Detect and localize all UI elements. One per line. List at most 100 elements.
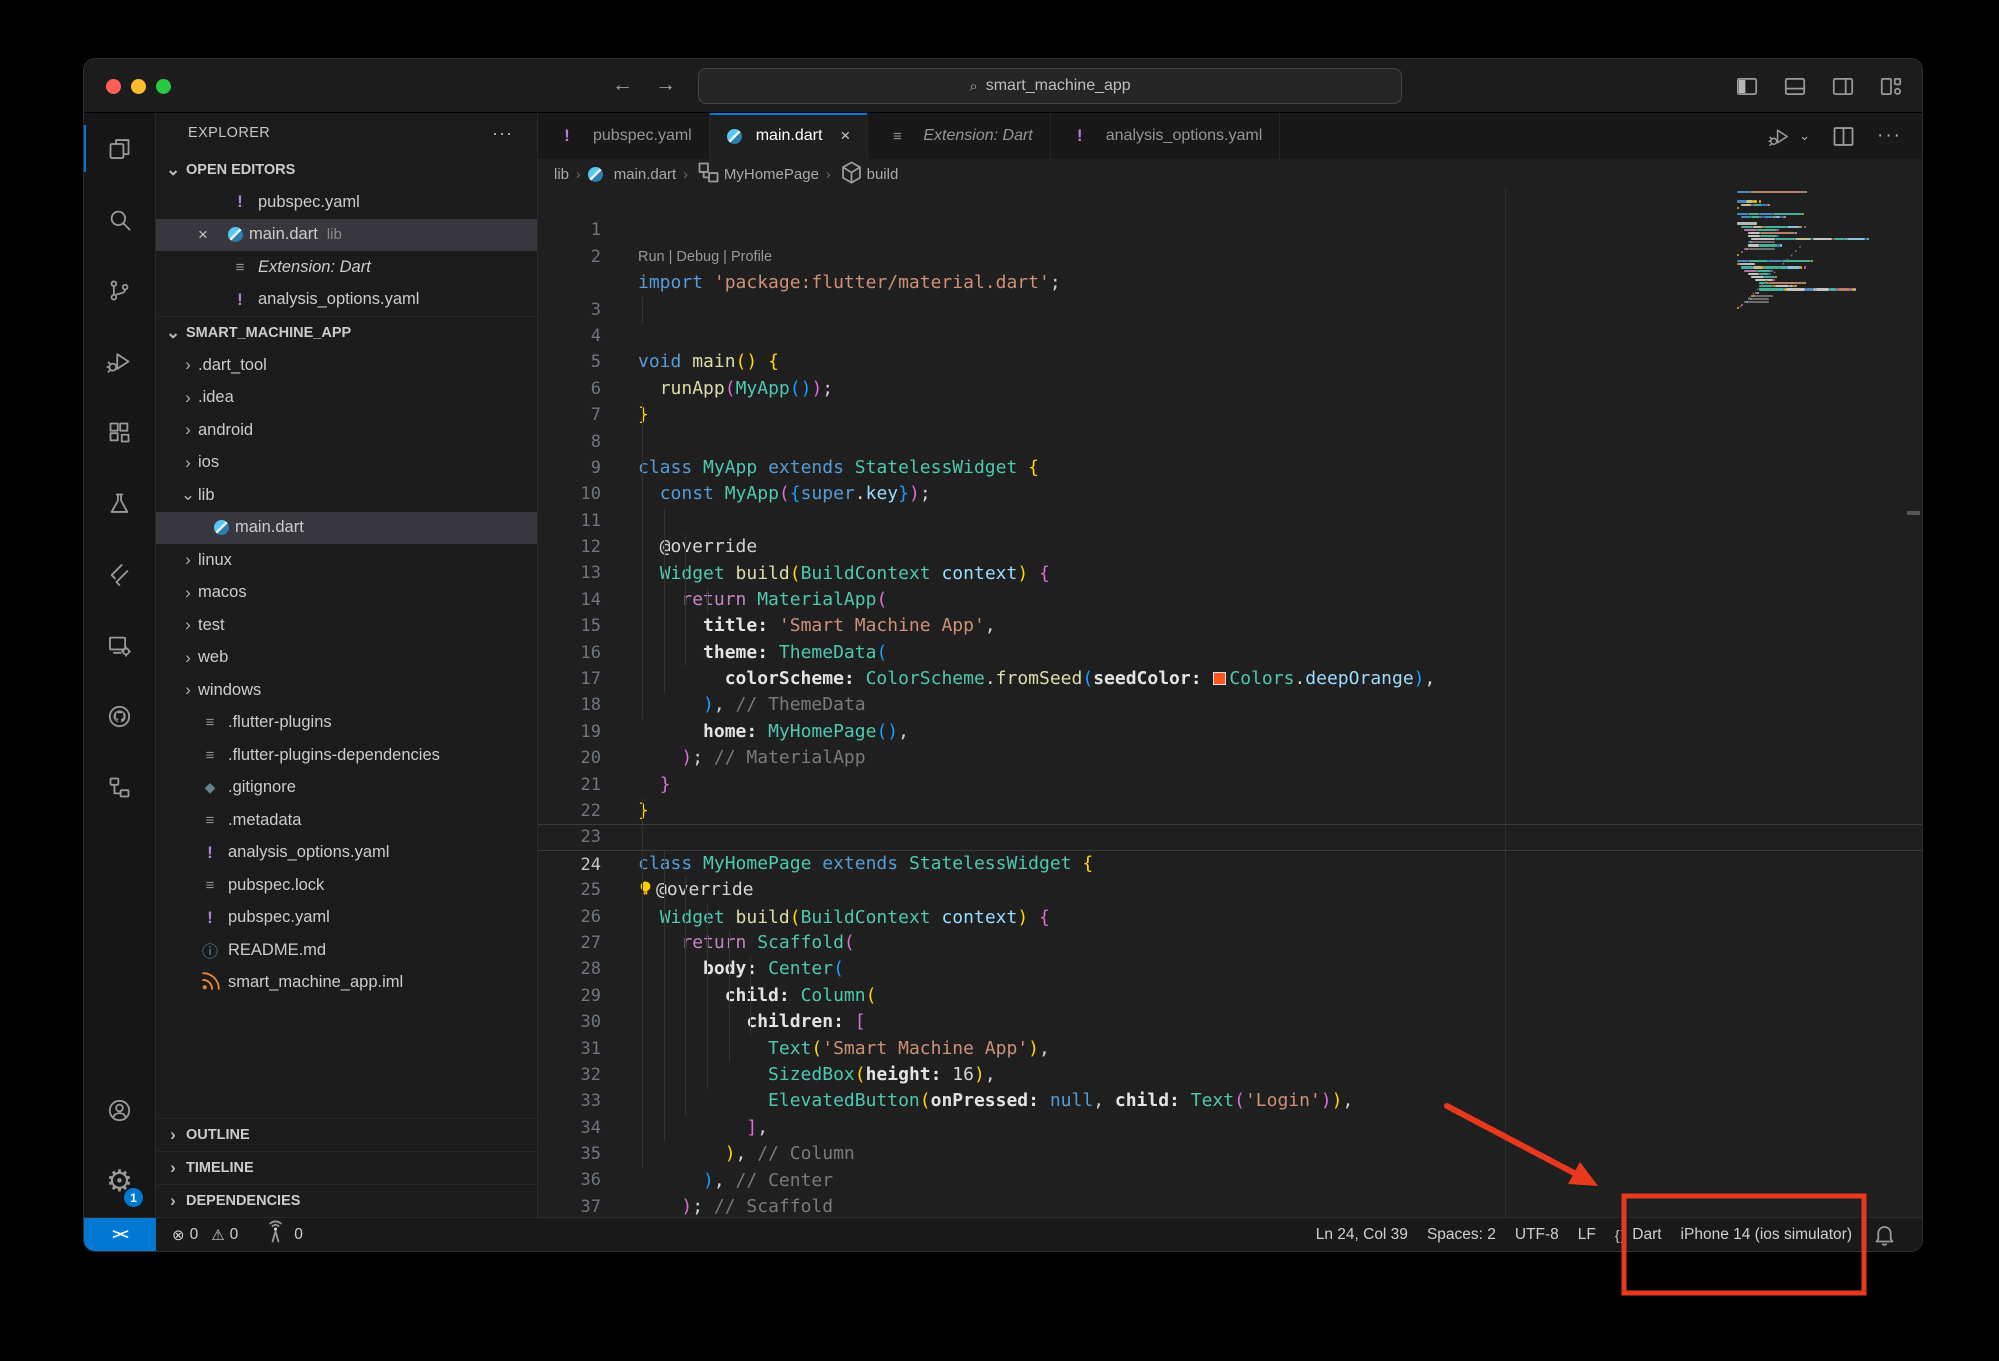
error-icon: ⊗	[172, 1226, 185, 1244]
tab-bar: ! pubspec.yaml main.dart × ≡ Extension: …	[538, 113, 1922, 159]
ports-indicator[interactable]: 0	[262, 1219, 303, 1250]
notifications-bell-icon[interactable]	[1871, 1221, 1898, 1248]
project-section-header[interactable]: ⌄ SMART_MACHINE_APP	[156, 316, 537, 349]
close-icon[interactable]: ×	[198, 225, 228, 245]
activity-search-icon[interactable]	[84, 184, 155, 255]
tree-item-smart_machine_app.iml[interactable]: smart_machine_app.iml	[156, 967, 537, 1000]
split-editor-button[interactable]	[1830, 123, 1857, 150]
indent-guide	[707, 904, 708, 1089]
activity-github-icon[interactable]	[84, 681, 155, 752]
status-lf[interactable]: LF	[1578, 1226, 1596, 1244]
tree-item-.dart_tool[interactable]: ›.dart_tool	[156, 349, 537, 382]
tree-item-main.dart[interactable]: main.dart	[156, 512, 537, 545]
activity-device-runner-icon[interactable]	[84, 610, 155, 681]
tree-item-.flutter-plugins[interactable]: ≡.flutter-plugins	[156, 707, 537, 740]
open-editor-Extension: Dart[interactable]: ≡ Extension: Dart	[156, 251, 537, 284]
open-editors-header[interactable]: ⌄ OPEN EDITORS	[156, 153, 537, 186]
layout-controls	[1734, 73, 1904, 99]
activity-extensions-icon[interactable]	[84, 397, 155, 468]
status-device-selector[interactable]: iPhone 14 (ios simulator)	[1681, 1226, 1852, 1244]
run-debug-button[interactable]	[1768, 125, 1791, 148]
tree-item-android[interactable]: ›android	[156, 414, 537, 447]
tree-item-pubspec.lock[interactable]: ≡pubspec.lock	[156, 869, 537, 902]
code-line-32: 32 ],	[538, 1036, 1922, 1062]
activity-account-icon[interactable]	[84, 1075, 155, 1146]
code-line-38: 38	[538, 1194, 1922, 1217]
code-line-18: 18 ); // MaterialApp	[538, 666, 1922, 692]
panel-left-toggle-icon[interactable]	[1734, 73, 1760, 99]
code-line-15: 15 colorScheme: ColorScheme.fromSeed(see…	[538, 587, 1922, 613]
activity-run-debug-icon[interactable]	[84, 326, 155, 397]
tree-item-ios[interactable]: ›ios	[156, 447, 537, 480]
tree-item-test[interactable]: ›test	[156, 609, 537, 642]
tab-pubspec.yaml[interactable]: ! pubspec.yaml	[538, 113, 710, 159]
dart-file-icon	[588, 167, 603, 182]
tab-Extension: Dart[interactable]: ≡ Extension: Dart	[868, 113, 1050, 159]
problems-indicator[interactable]: ⊗ 0 ⚠ 0	[172, 1226, 238, 1244]
tab-main.dart[interactable]: main.dart ×	[710, 113, 869, 159]
sidebar-section-dependencies[interactable]: › DEPENDENCIES	[156, 1184, 537, 1217]
tree-item-pubspec.yaml[interactable]: !pubspec.yaml	[156, 902, 537, 935]
remote-indicator[interactable]: ><	[84, 1218, 156, 1251]
chevron-icon: ›	[178, 615, 198, 635]
sidebar-section-timeline[interactable]: › TIMELINE	[156, 1151, 537, 1184]
activity-settings-icon[interactable]: ⚙1	[84, 1146, 155, 1217]
activity-bar: ⚙1	[84, 113, 156, 1217]
title-bar: ← → ⌕ smart_machine_app	[84, 59, 1922, 113]
activity-project-manager-icon[interactable]	[84, 752, 155, 823]
breadcrumb-item-main.dart[interactable]: main.dart	[588, 166, 677, 183]
method-symbol-icon	[838, 159, 856, 190]
code-line-5: 5 }	[538, 323, 1922, 349]
tree-item-web[interactable]: ›web	[156, 642, 537, 675]
close-icon[interactable]: ×	[840, 126, 850, 146]
tree-item-README.md[interactable]: ⓘREADME.md	[156, 934, 537, 967]
activity-source-control-icon[interactable]	[84, 255, 155, 326]
tree-item-.idea[interactable]: ›.idea	[156, 382, 537, 415]
explorer-more-actions-icon[interactable]: ···	[492, 123, 513, 144]
activity-testing-icon[interactable]	[84, 468, 155, 539]
breadcrumb-item-MyHomePage[interactable]: MyHomePage	[695, 159, 819, 190]
tree-item-lib[interactable]: ⌄lib	[156, 479, 537, 512]
command-center-search[interactable]: ⌕ smart_machine_app	[698, 68, 1402, 104]
tree-item-.gitignore[interactable]: ◆.gitignore	[156, 772, 537, 805]
tree-item-windows[interactable]: ›windows	[156, 674, 537, 707]
open-editor-pubspec.yaml[interactable]: ! pubspec.yaml	[156, 186, 537, 219]
tree-item-.metadata[interactable]: ≡.metadata	[156, 804, 537, 837]
status-spaces[interactable]: Spaces: 2	[1427, 1226, 1496, 1244]
yaml-file-icon: !	[228, 290, 252, 310]
history-forward-icon[interactable]: →	[655, 73, 676, 97]
status-utf-8[interactable]: UTF-8	[1515, 1226, 1559, 1244]
panel-bottom-toggle-icon[interactable]	[1782, 73, 1808, 99]
layout-custom-toggle-icon[interactable]	[1878, 73, 1904, 99]
breadcrumb-item-build[interactable]: build	[838, 159, 899, 190]
chevron-down-icon[interactable]: ⌄	[1799, 128, 1810, 144]
panel-right-toggle-icon[interactable]	[1830, 73, 1856, 99]
overview-ruler-marker	[1907, 511, 1920, 515]
dart-file-icon	[727, 129, 742, 144]
tab-analysis_options.yaml[interactable]: ! analysis_options.yaml	[1051, 113, 1281, 159]
code-lens-actions[interactable]: Run | Debug | Profile	[638, 244, 1922, 270]
code-line-19: 19 }	[538, 692, 1922, 718]
minimize-window-button[interactable]	[131, 79, 146, 94]
tree-item-linux[interactable]: ›linux	[156, 544, 537, 577]
editor-more-actions-icon[interactable]: ···	[1877, 125, 1902, 147]
open-editor-analysis_options.yaml[interactable]: ! analysis_options.yaml	[156, 284, 537, 317]
history-back-icon[interactable]: ←	[612, 73, 633, 97]
tree-item-analysis_options.yaml[interactable]: !analysis_options.yaml	[156, 837, 537, 870]
zoom-window-button[interactable]	[156, 79, 171, 94]
tree-item-.flutter-plugins-dependencies[interactable]: ≡.flutter-plugins-dependencies	[156, 739, 537, 772]
code-editor[interactable]: 1 import 'package:flutter/material.dart'…	[538, 189, 1922, 1217]
sidebar-section-outline[interactable]: › OUTLINE	[156, 1118, 537, 1151]
sidebar-title: EXPLORER	[188, 125, 270, 141]
breadcrumb: lib›main.dart›MyHomePage›build	[538, 159, 1922, 189]
open-editor-main.dart[interactable]: × main.dart lib	[156, 219, 537, 252]
activity-flutter-icon[interactable]	[84, 539, 155, 610]
code-line-28: 28 children: [	[538, 930, 1922, 956]
status-language-mode[interactable]: {}Dart	[1615, 1226, 1662, 1244]
breadcrumb-item-lib[interactable]: lib	[554, 166, 569, 183]
tree-item-macos[interactable]: ›macos	[156, 577, 537, 610]
status-ln-24--col-39[interactable]: Ln 24, Col 39	[1316, 1226, 1408, 1244]
code-line-16: 16 ), // ThemeData	[538, 613, 1922, 639]
close-window-button[interactable]	[106, 79, 121, 94]
activity-explorer-icon[interactable]	[84, 113, 155, 184]
